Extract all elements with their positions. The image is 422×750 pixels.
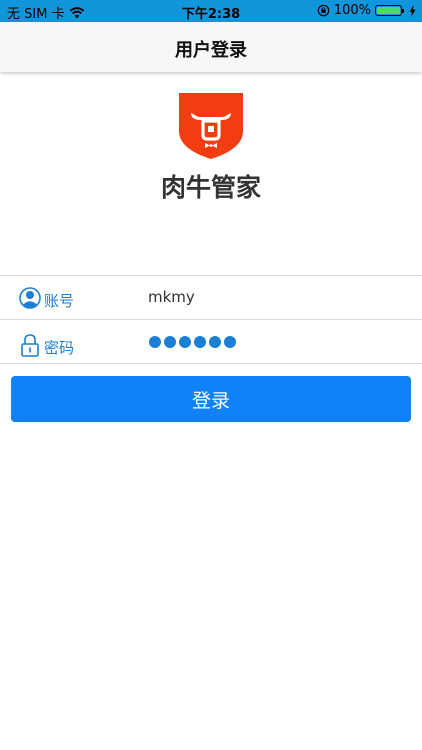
password-dot [164,336,176,348]
account-row: 账号 mkmy [0,275,422,319]
divider-bottom [0,363,422,364]
password-dot [149,336,161,348]
password-dot [209,336,221,348]
app-name: 肉牛管家 [160,173,261,202]
battery-icon [375,5,404,16]
bull-shield-logo [179,93,243,159]
account-input[interactable]: mkmy [148,288,195,306]
status-right: 100% [317,3,416,18]
password-input[interactable] [149,336,236,348]
login-button[interactable]: 登录 [11,376,411,422]
battery-percent: 100% [333,3,371,18]
password-label: 密码 [44,339,75,357]
status-bar: 无 SIM 卡 下午2:38 100% [0,0,422,22]
password-dot [224,336,236,348]
orientation-lock-icon [317,4,330,17]
lock-icon [21,334,39,357]
account-label: 账号 [44,292,75,310]
password-row: 密码 [0,319,422,363]
password-dot [179,336,191,348]
navigation-bar: 用户登录 [0,22,422,72]
password-dot [194,336,206,348]
charging-icon [409,4,416,17]
page-title: 用户登录 [175,40,247,61]
user-icon [19,287,41,309]
